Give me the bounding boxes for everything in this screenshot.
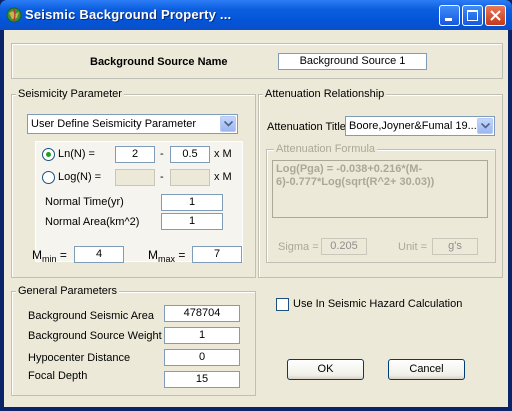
- mmin-label: Mmin =: [32, 248, 67, 264]
- mmax-field[interactable]: 7: [192, 246, 242, 263]
- attenuation-group-title: Attenuation Relationship: [263, 88, 387, 100]
- ln-b-field[interactable]: 0.5: [170, 146, 210, 163]
- focal-depth-label: Focal Depth: [28, 370, 88, 382]
- log-xm: x M: [214, 171, 232, 183]
- source-name-label: Background Source Name: [90, 56, 228, 68]
- attenuation-title-value: Boore,Joyner&Fumal 19...: [349, 120, 476, 132]
- seismicity-mode-value: User Define Seismicity Parameter: [31, 118, 197, 130]
- minimize-button[interactable]: [439, 5, 460, 26]
- log-radio[interactable]: [42, 171, 55, 184]
- mmax-eq: =: [178, 248, 186, 262]
- minimize-icon: [445, 18, 452, 21]
- log-b-field: [170, 169, 210, 186]
- general-params-title: General Parameters: [16, 285, 120, 297]
- chevron-down-icon: [220, 116, 236, 132]
- normal-time-label: Normal Time(yr): [45, 196, 124, 208]
- log-dash: -: [160, 171, 164, 183]
- chevron-down-icon: [477, 118, 493, 134]
- hypocenter-field[interactable]: 0: [164, 349, 240, 366]
- hazard-checkbox-label: Use In Seismic Hazard Calculation: [293, 298, 463, 310]
- sigma-label: Sigma =: [278, 241, 319, 253]
- focal-depth-field[interactable]: 15: [164, 371, 240, 388]
- ln-dash: -: [160, 148, 164, 160]
- source-weight-field[interactable]: 1: [164, 327, 240, 344]
- normal-area-label: Normal Area(km^2): [45, 216, 140, 228]
- ok-button[interactable]: OK: [287, 359, 364, 380]
- seismic-area-field[interactable]: 478704: [164, 305, 240, 322]
- hypocenter-label: Hypocenter Distance: [28, 352, 131, 364]
- unit-field: g's: [432, 238, 478, 255]
- sigma-field: 0.205: [321, 238, 367, 255]
- attenuation-formula-title: Attenuation Formula: [274, 143, 378, 155]
- source-weight-label: Background Source Weight: [28, 330, 162, 342]
- attenuation-title-label: Attenuation Title: [267, 121, 346, 133]
- normal-time-field[interactable]: 1: [161, 194, 223, 211]
- close-icon: [490, 10, 501, 21]
- ln-a-field[interactable]: 2: [115, 146, 155, 163]
- ln-radio[interactable]: [42, 148, 55, 161]
- seismicity-mode-select[interactable]: User Define Seismicity Parameter: [27, 114, 238, 134]
- ln-label: Ln(N) =: [58, 148, 95, 160]
- normal-area-field[interactable]: 1: [161, 213, 223, 230]
- ln-xm: x M: [214, 148, 232, 160]
- window-title: Seismic Background Property ...: [25, 7, 232, 22]
- source-name-field[interactable]: Background Source 1: [278, 53, 427, 70]
- maximize-icon: [467, 10, 478, 21]
- seismic-area-label: Background Seismic Area: [28, 310, 154, 322]
- dialog-client: Background Source Name Background Source…: [4, 30, 508, 407]
- attenuation-formula-text: Log(Pga) = -0.038+0.216*(M-6)-0.777*Log(…: [272, 160, 488, 218]
- log-a-field: [115, 169, 155, 186]
- mmax-m: M: [148, 248, 158, 262]
- mmin-sub: min: [42, 254, 57, 264]
- hazard-checkbox[interactable]: [276, 298, 289, 311]
- attenuation-title-select[interactable]: Boore,Joyner&Fumal 19...: [345, 116, 495, 136]
- log-label: Log(N) =: [58, 171, 102, 183]
- seismicity-group-title: Seismicity Parameter: [16, 88, 124, 100]
- mmax-label: Mmax =: [148, 248, 186, 264]
- unit-label: Unit =: [398, 241, 428, 253]
- cancel-button[interactable]: Cancel: [388, 359, 465, 380]
- title-bar[interactable]: Seismic Background Property ...: [0, 0, 512, 30]
- app-icon: [6, 7, 22, 23]
- mmin-eq: =: [59, 248, 67, 262]
- mmax-sub: max: [158, 254, 176, 264]
- mmin-field[interactable]: 4: [74, 246, 124, 263]
- mmin-m: M: [32, 248, 42, 262]
- close-button[interactable]: [485, 5, 506, 26]
- maximize-button[interactable]: [462, 5, 483, 26]
- source-name-frame: [11, 43, 503, 79]
- dialog-window: Seismic Background Property ... Backgrou…: [0, 0, 512, 411]
